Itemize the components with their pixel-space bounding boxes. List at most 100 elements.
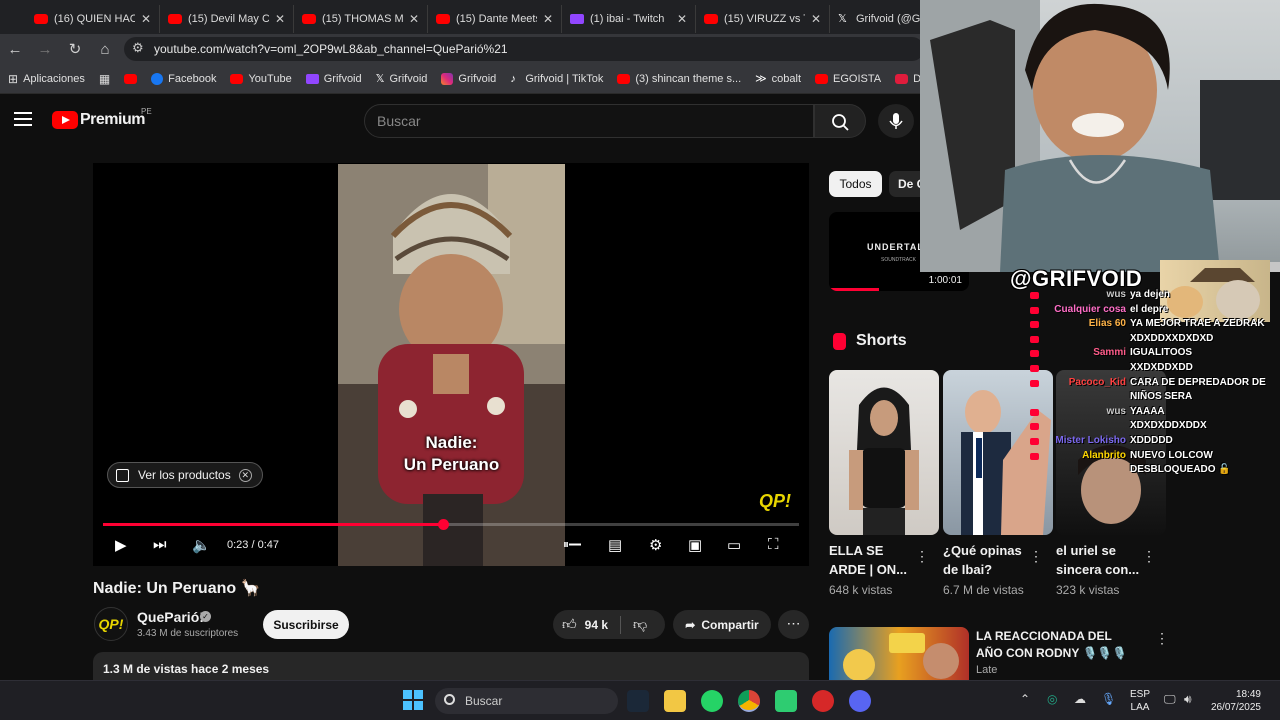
bookmark-shincan[interactable]: (3) shincan theme s... bbox=[617, 73, 741, 85]
recommended-video-title[interactable]: LA REACCIONADA DEL AÑO CON RODNY 🎙️🎙️🎙️ bbox=[976, 628, 1136, 662]
taskbar-clock[interactable]: 18:49 26/07/2025 bbox=[1205, 688, 1261, 714]
bookmark-youtube[interactable] bbox=[124, 73, 138, 84]
browser-tab[interactable]: (1) ibai - Twitch ✕ bbox=[562, 5, 696, 33]
channel-avatar[interactable]: QP! bbox=[94, 607, 128, 641]
back-icon[interactable]: ← bbox=[0, 41, 30, 58]
bookmark-label: Facebook bbox=[168, 72, 217, 85]
more-vert-icon[interactable]: ⋮ bbox=[1155, 630, 1169, 647]
browser-tab[interactable]: (15) THOMAS M ✕ bbox=[294, 5, 428, 33]
video-player[interactable]: Nadie: Un Peruano Ver los productos ✕ QP… bbox=[93, 163, 809, 566]
next-icon[interactable]: ⏭ bbox=[153, 536, 167, 553]
progress-bar[interactable] bbox=[103, 519, 799, 530]
tab-title: (15) Dante Meets bbox=[456, 13, 537, 25]
subtitles-icon[interactable]: ▤ bbox=[608, 536, 622, 554]
short-thumbnail[interactable] bbox=[829, 370, 939, 535]
chat-message: XDXDXDDXDDX bbox=[1030, 419, 1280, 434]
whatsapp-icon[interactable] bbox=[701, 690, 723, 712]
file-explorer-icon[interactable] bbox=[664, 690, 686, 712]
bookmark-cobalt[interactable]: ≫ cobalt bbox=[755, 72, 801, 86]
search-button[interactable] bbox=[814, 104, 866, 138]
search-icon bbox=[444, 694, 455, 705]
onedrive-icon[interactable]: ☁ bbox=[1074, 692, 1086, 706]
close-icon[interactable]: ✕ bbox=[811, 12, 821, 26]
keyboard-language[interactable]: ESP LAA bbox=[1130, 688, 1150, 714]
network-icon[interactable]: 🖵 bbox=[1164, 692, 1176, 707]
settings-gear-icon[interactable]: ⚙ bbox=[649, 536, 662, 554]
bookmark-youtube[interactable]: YouTube bbox=[230, 73, 292, 85]
theater-mode-icon[interactable]: ▭ bbox=[727, 536, 741, 554]
recommended-video-thumbnail[interactable] bbox=[829, 627, 969, 682]
chrome-icon[interactable] bbox=[738, 690, 760, 712]
bookmark-facebook[interactable]: Facebook bbox=[151, 72, 217, 85]
more-vert-icon[interactable]: ⋮ bbox=[1029, 548, 1043, 565]
youtube-badge-icon bbox=[1030, 292, 1039, 299]
share-button[interactable]: ➦ Compartir bbox=[673, 610, 771, 639]
discord-icon[interactable] bbox=[849, 690, 871, 712]
more-vert-icon[interactable]: ⋮ bbox=[1142, 548, 1156, 565]
youtube-logo-icon[interactable] bbox=[52, 111, 78, 129]
apps-grid-icon: ▦ bbox=[98, 71, 111, 86]
chat-text: IGUALITOOS bbox=[1130, 347, 1193, 359]
filter-chip-all[interactable]: Todos bbox=[829, 171, 882, 197]
app-icon[interactable] bbox=[775, 690, 797, 712]
youtube-premium-logo[interactable]: Premium bbox=[80, 111, 145, 129]
subscribe-button[interactable]: Suscribirse bbox=[263, 610, 349, 639]
close-icon[interactable]: ✕ bbox=[677, 12, 687, 26]
channel-watermark[interactable]: QP! bbox=[759, 491, 791, 512]
forward-icon[interactable]: → bbox=[30, 41, 60, 58]
fullscreen-icon[interactable]: ⛶ bbox=[768, 536, 779, 553]
short-item[interactable]: ELLA SE ARDE | ON... 648 k vistas ⋮ bbox=[829, 370, 939, 597]
volume-icon[interactable]: 🔈 bbox=[192, 536, 211, 554]
facebook-icon bbox=[151, 72, 164, 85]
app-icon[interactable] bbox=[812, 690, 834, 712]
steam-icon[interactable] bbox=[627, 690, 649, 712]
bookmark-label: Grifvoid | TikTok bbox=[525, 72, 604, 85]
bookmark-instagram[interactable]: Grifvoid bbox=[441, 72, 496, 85]
more-actions-button[interactable]: ⋯ bbox=[778, 610, 809, 639]
more-vert-icon[interactable]: ⋮ bbox=[915, 548, 929, 565]
chat-text: ya dejen bbox=[1130, 289, 1171, 300]
volume-icon[interactable]: 🔊︎ bbox=[1184, 692, 1192, 707]
view-products-button[interactable]: Ver los productos ✕ bbox=[107, 462, 263, 488]
miniplayer-icon[interactable]: ▣ bbox=[688, 536, 702, 554]
close-icon[interactable]: ✕ bbox=[409, 12, 419, 26]
close-icon[interactable]: ✕ bbox=[238, 468, 252, 482]
hamburger-menu-icon[interactable] bbox=[14, 112, 32, 126]
microphone-icon[interactable]: 🎙︎ bbox=[1101, 692, 1116, 706]
like-button[interactable]: 👍︎ 94 k bbox=[553, 615, 621, 634]
play-icon[interactable]: ▶ bbox=[115, 536, 127, 554]
bookmark-tiktok[interactable]: ♪ Grifvoid | TikTok bbox=[510, 73, 603, 85]
site-settings-icon[interactable]: ⚙ bbox=[132, 40, 144, 56]
browser-tab[interactable]: (15) VIRUZZ vs T ✕ bbox=[696, 5, 830, 33]
windows-start-icon[interactable] bbox=[403, 690, 423, 710]
show-hidden-icons-icon[interactable]: ⌃ bbox=[1020, 692, 1030, 706]
bookmark-egoista[interactable]: EGOISTA bbox=[815, 73, 881, 85]
bookmark-twitch[interactable]: Grifvoid bbox=[305, 73, 362, 85]
voice-search-button[interactable] bbox=[878, 104, 914, 138]
taskbar-search-placeholder: Buscar bbox=[465, 694, 503, 708]
close-icon[interactable]: ✕ bbox=[543, 12, 553, 26]
search-input[interactable]: Buscar bbox=[364, 104, 814, 138]
dislike-button[interactable]: 👎︎ bbox=[621, 616, 647, 633]
bookmark-youtube-icon-only[interactable]: ▦ bbox=[99, 72, 110, 86]
browser-tab[interactable]: (15) Devil May Cry ✕ bbox=[160, 5, 294, 33]
chat-username: wus bbox=[1106, 289, 1126, 300]
browser-tab[interactable]: (15) Dante Meets ✕ bbox=[428, 5, 562, 33]
home-icon[interactable]: ⌂ bbox=[90, 41, 120, 58]
browser-tab[interactable]: (16) QUIEN HACE ✕ bbox=[26, 5, 160, 33]
tray-app-icon[interactable]: ◎ bbox=[1047, 692, 1057, 706]
taskbar-search-input[interactable]: Buscar bbox=[435, 688, 618, 714]
bookmark-x[interactable]: 𝕏 Grifvoid bbox=[376, 72, 428, 86]
bookmark-apps[interactable]: ⊞ Aplicaciones bbox=[8, 72, 85, 86]
recommended-video-channel[interactable]: Late bbox=[976, 664, 997, 676]
video-frame[interactable]: Nadie: Un Peruano bbox=[338, 164, 565, 566]
short-views: 6.7 M de vistas bbox=[943, 583, 1024, 597]
close-icon[interactable]: ✕ bbox=[141, 12, 151, 26]
close-icon[interactable]: ✕ bbox=[275, 12, 285, 26]
reload-icon[interactable]: ↻ bbox=[60, 40, 90, 58]
youtube-badge-icon bbox=[1030, 321, 1039, 329]
autoplay-toggle-icon[interactable]: ⏸━ bbox=[563, 537, 581, 552]
channel-name[interactable]: QueParió! bbox=[137, 609, 204, 625]
youtube-icon bbox=[302, 14, 316, 24]
address-bar[interactable]: ⚙ youtube.com/watch?v=oml_2OP9wL8&ab_cha… bbox=[124, 37, 924, 61]
